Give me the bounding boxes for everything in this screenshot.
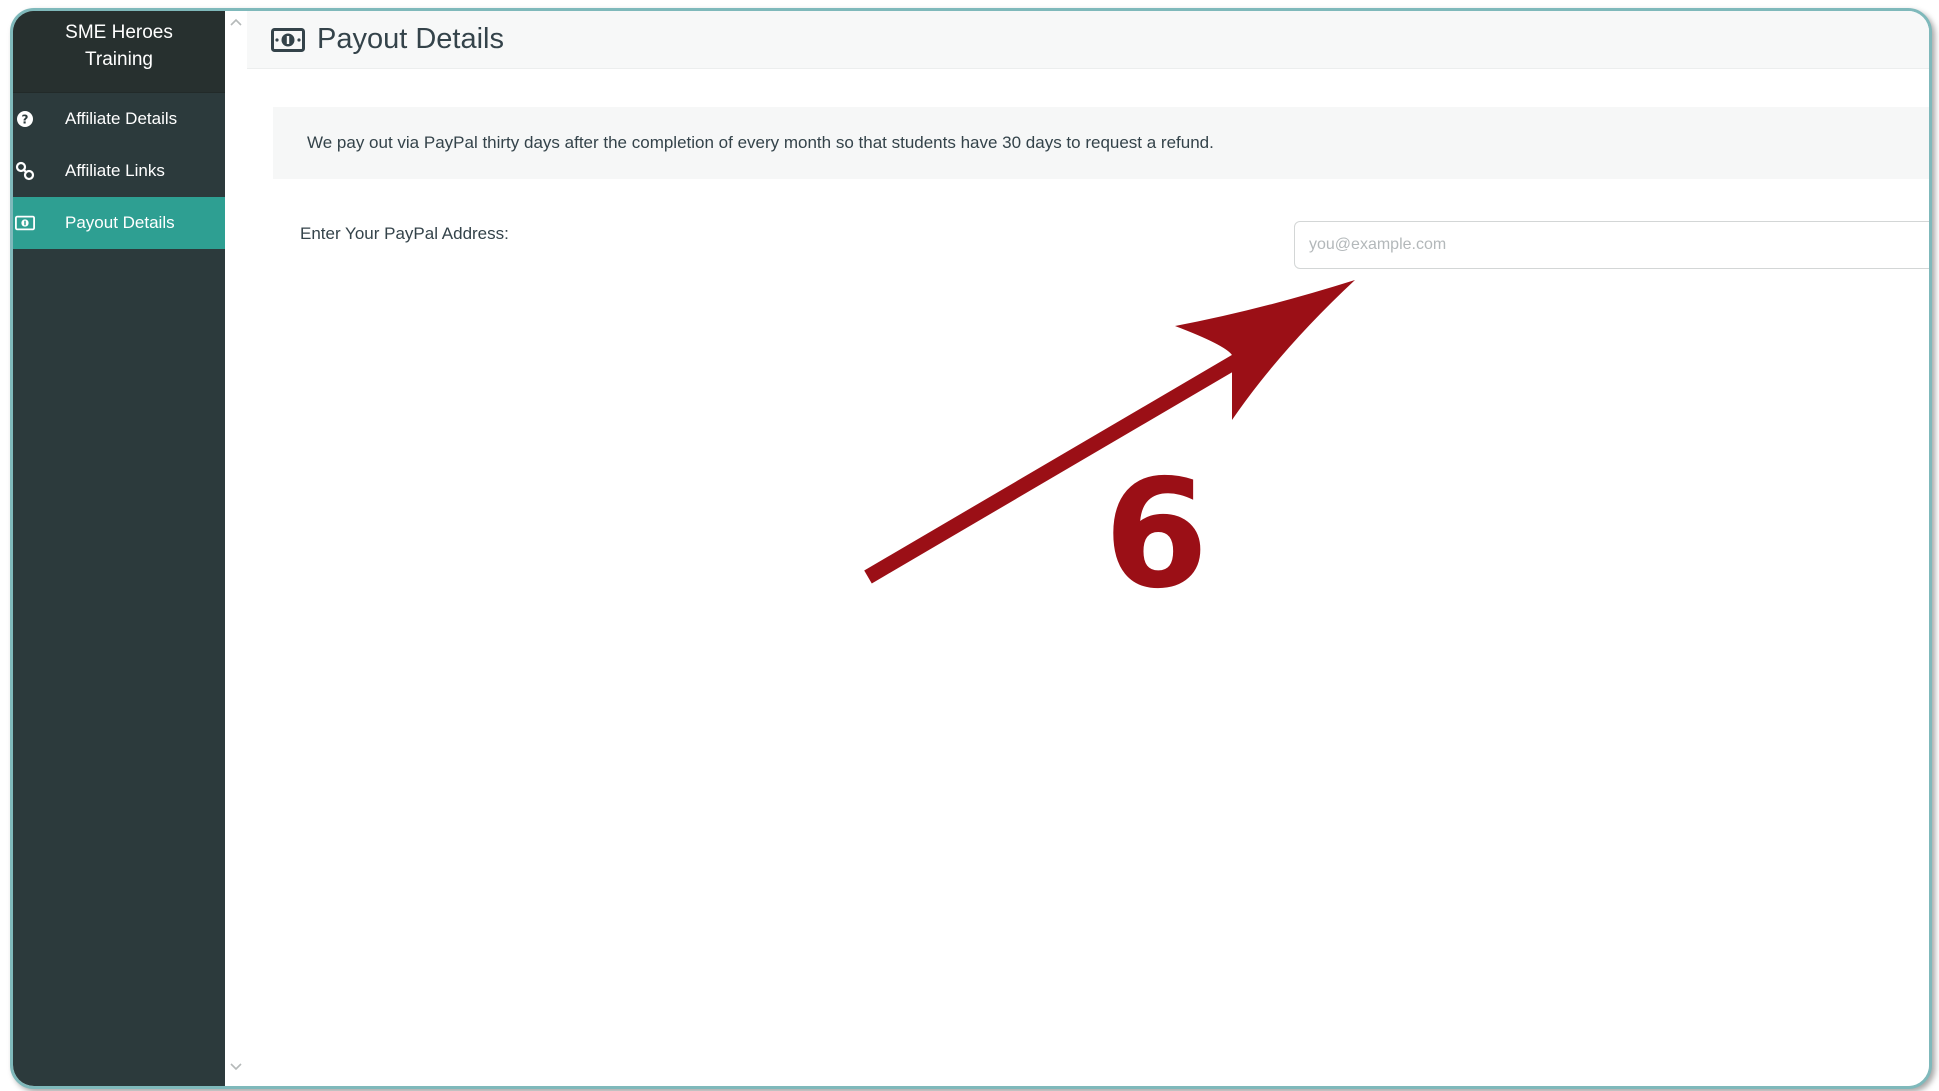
main-content: Payout Details We pay out via PayPal thi…	[247, 11, 1929, 1086]
page-title: Payout Details	[317, 23, 504, 55]
chevron-down-icon[interactable]	[229, 1060, 243, 1074]
sidebar-item-label: Affiliate Links	[65, 161, 165, 180]
paypal-email-input[interactable]	[1294, 221, 1929, 269]
payout-info-notice: We pay out via PayPal thirty days after …	[273, 107, 1929, 179]
sidebar-item-label: Payout Details	[65, 213, 175, 232]
money-icon	[271, 27, 305, 52]
sidebar-item-payout-details[interactable]: Payout Details	[13, 197, 225, 249]
svg-text:?: ?	[22, 113, 29, 127]
link-icon	[15, 161, 35, 181]
sidebar-item-affiliate-details[interactable]: ? Affiliate Details	[13, 93, 225, 145]
brand-line-2: Training	[85, 49, 153, 70]
sidebar-item-label: Affiliate Details	[65, 109, 178, 128]
brand-line-1: SME Heroes	[65, 22, 173, 43]
payout-info-text: We pay out via PayPal thirty days after …	[307, 133, 1214, 152]
paypal-address-label: Enter Your PayPal Address:	[300, 224, 509, 243]
sidebar-item-affiliate-links[interactable]: Affiliate Links	[13, 145, 225, 197]
sidebar: SME Heroes Training ? Affiliate Details	[13, 11, 225, 1086]
app-window: SME Heroes Training ? Affiliate Details	[10, 8, 1932, 1089]
page-header: Payout Details	[247, 11, 1929, 69]
scrollbar[interactable]	[225, 11, 247, 1086]
money-icon	[15, 213, 35, 233]
brand[interactable]: SME Heroes Training	[13, 11, 225, 93]
question-circle-icon: ?	[15, 109, 35, 129]
chevron-up-icon[interactable]	[229, 15, 243, 29]
